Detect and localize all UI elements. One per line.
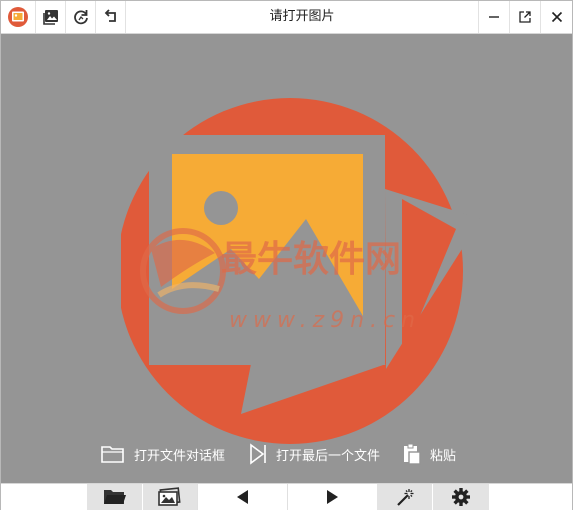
app-logo-icon[interactable]	[1, 1, 36, 33]
open-dialog-action[interactable]: 打开文件对话框	[100, 439, 225, 469]
folder-icon	[101, 446, 124, 463]
next-icon[interactable]	[288, 484, 376, 510]
paste-action[interactable]: 粘贴	[402, 439, 456, 469]
minimize-icon[interactable]	[478, 1, 509, 33]
quick-actions: 打开文件对话框 打开最后一个文件 粘贴	[1, 439, 572, 469]
undo-icon[interactable]	[96, 1, 126, 33]
bottom-toolbar	[1, 483, 572, 510]
close-icon[interactable]	[540, 1, 572, 33]
image-viewer-window: 请打开图片 最牛软件网 www.z9n.cn 打开文件对话框 打开最后一个文件 …	[0, 0, 573, 510]
popout-icon[interactable]	[509, 1, 540, 33]
image-collection-icon[interactable]	[143, 484, 197, 510]
previous-icon[interactable]	[198, 484, 287, 510]
paste-icon	[404, 443, 421, 465]
open-dialog-label: 打开文件对话框	[134, 448, 226, 464]
image-canvas[interactable]: 最牛软件网 www.z9n.cn 打开文件对话框 打开最后一个文件 粘贴	[1, 34, 572, 483]
title-bar: 请打开图片	[1, 1, 572, 34]
window-title: 请打开图片	[269, 9, 335, 24]
folder-icon[interactable]	[87, 484, 142, 510]
image-gallery-icon[interactable]	[36, 1, 66, 33]
refresh-icon[interactable]	[66, 1, 96, 33]
magic-wand-icon[interactable]	[377, 484, 432, 510]
skip-to-end-icon	[250, 443, 266, 465]
paste-label: 粘贴	[430, 448, 457, 464]
open-last-label: 打开最后一个文件	[276, 448, 381, 464]
app-placeholder-logo	[101, 98, 481, 444]
gear-icon[interactable]	[433, 484, 489, 510]
open-last-action[interactable]: 打开最后一个文件	[248, 439, 380, 469]
